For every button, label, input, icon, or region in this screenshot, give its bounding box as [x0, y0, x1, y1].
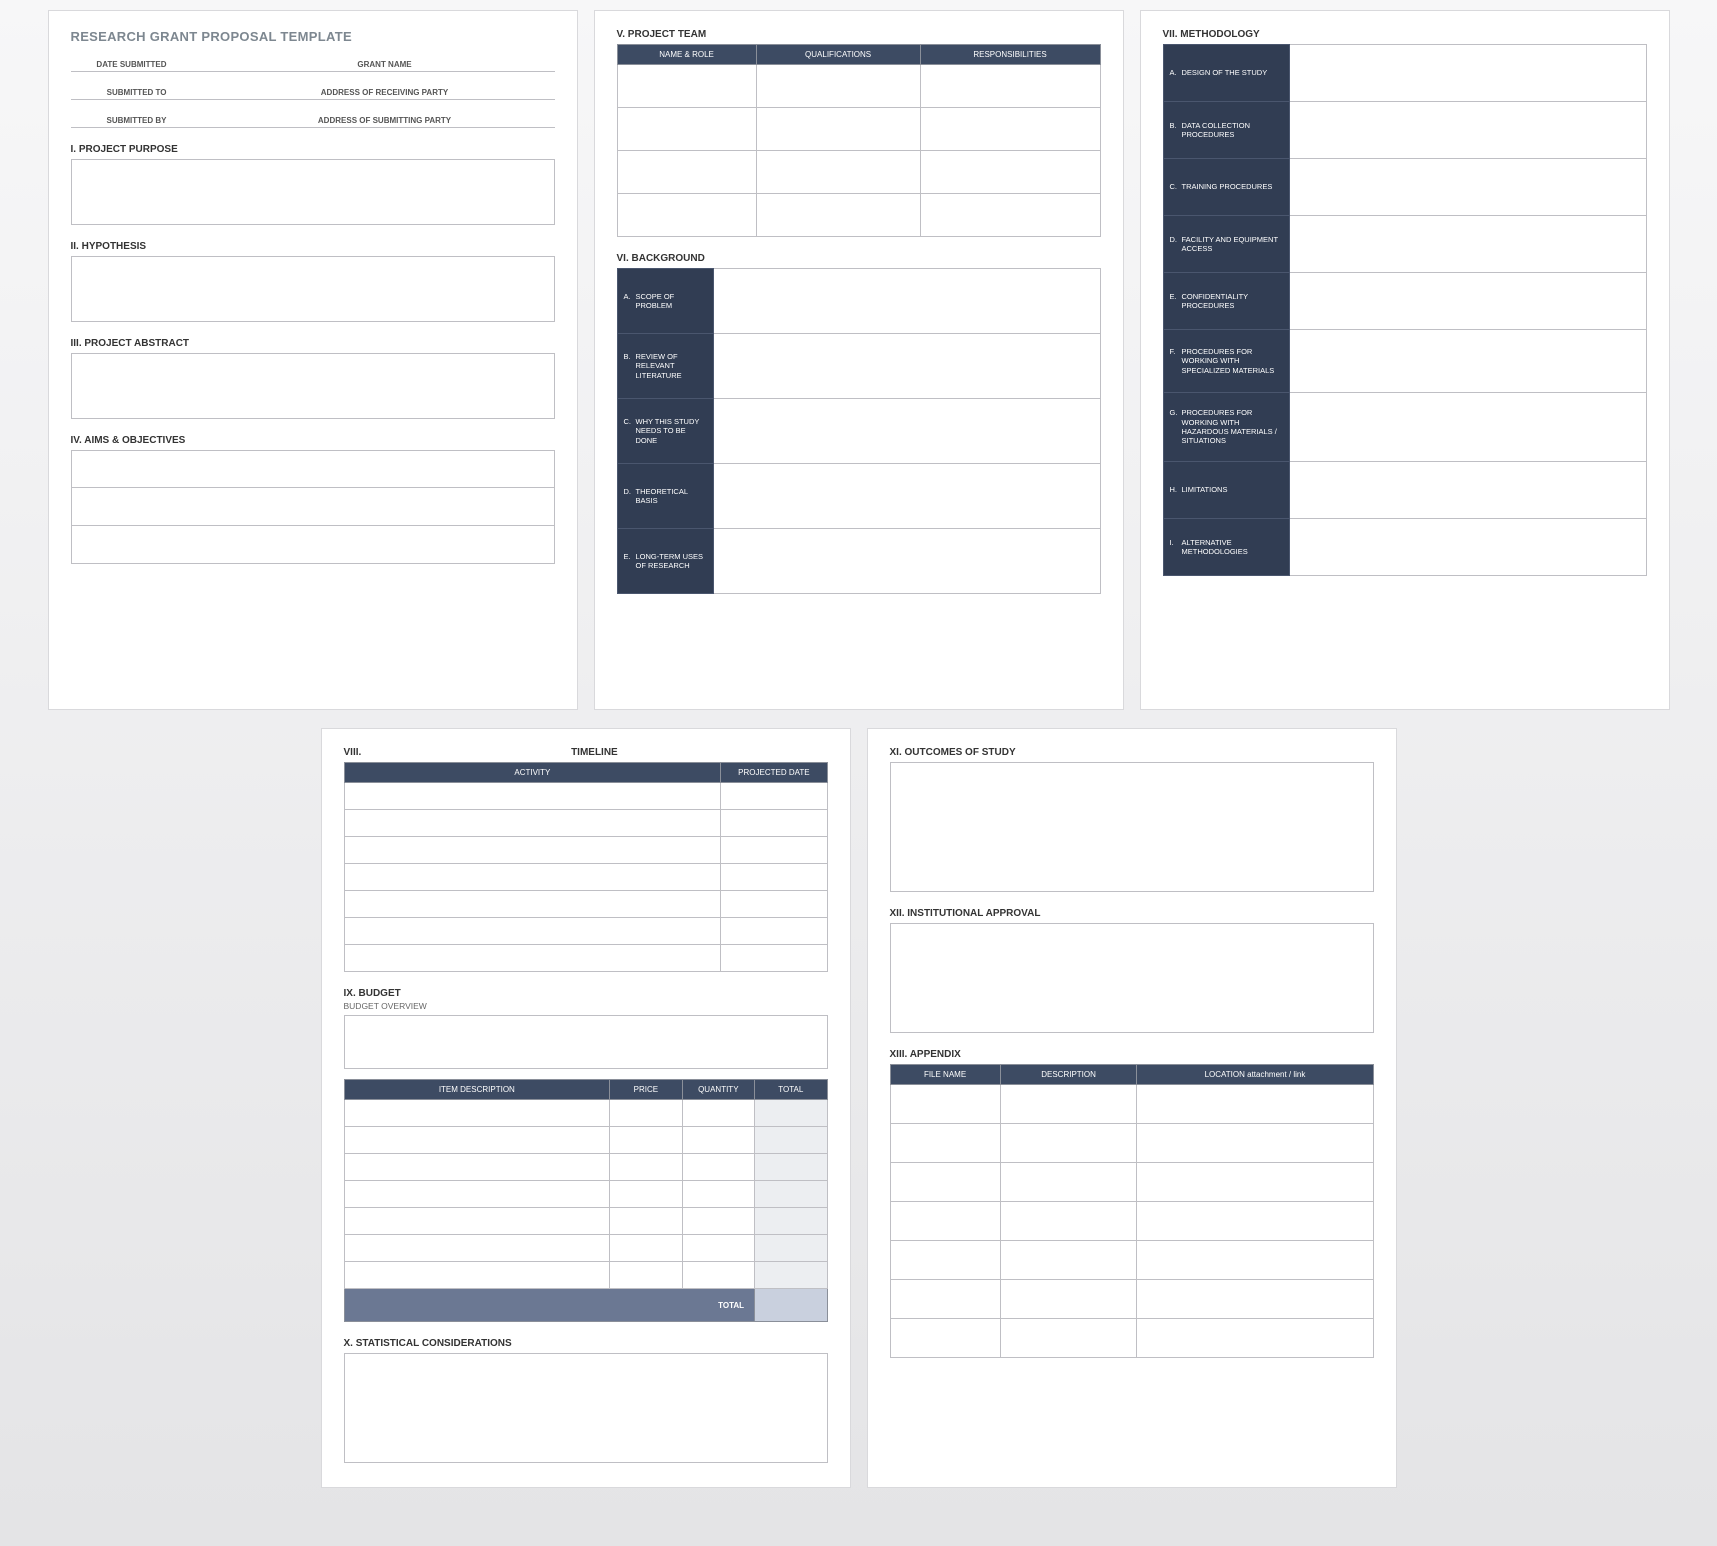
table-row	[617, 108, 1100, 151]
section-stats: X. STATISTICAL CONSIDERATIONS	[344, 1338, 828, 1349]
th-file: FILE NAME	[890, 1065, 1000, 1085]
page-3: VII. METHODOLOGY A.DESIGN OF THE STUDY B…	[1140, 10, 1670, 710]
meth-row: E.CONFIDENTIALITY PROCEDURES	[1163, 273, 1289, 330]
meth-row: F.PROCEDURES FOR WORKING WITH SPECIALIZE…	[1163, 330, 1289, 393]
table-row	[344, 918, 827, 945]
label-submitted-by: SUBMITTED BY	[71, 112, 173, 128]
aims-row	[71, 488, 555, 526]
table-row	[890, 1319, 1373, 1358]
appendix-table: FILE NAME DESCRIPTION LOCATION attachmen…	[890, 1064, 1374, 1358]
meth-row: G.PROCEDURES FOR WORKING WITH HAZARDOUS …	[1163, 393, 1289, 462]
bg-row: C.WHY THIS STUDY NEEDS TO BE DONE	[617, 399, 713, 464]
meth-row: D.FACILITY AND EQUIPMENT ACCESS	[1163, 216, 1289, 273]
box-budget-overview	[344, 1015, 828, 1069]
th-resp: RESPONSIBILITIES	[920, 45, 1100, 65]
table-row	[344, 1235, 827, 1262]
section-methodology: VII. METHODOLOGY	[1163, 29, 1647, 40]
box-hypothesis	[71, 256, 555, 322]
box-outcomes	[890, 762, 1374, 892]
meta-table: DATE SUBMITTED GRANT NAME SUBMITTED TO A…	[71, 56, 555, 128]
th-date: PROJECTED DATE	[721, 763, 827, 783]
page-1: RESEARCH GRANT PROPOSAL TEMPLATE DATE SU…	[48, 10, 578, 710]
budget-total-label: TOTAL	[344, 1289, 755, 1322]
methodology-table: A.DESIGN OF THE STUDY B.DATA COLLECTION …	[1163, 44, 1647, 576]
section-outcomes: XI. OUTCOMES OF STUDY	[890, 747, 1374, 758]
aims-row	[71, 450, 555, 488]
meth-row: B.DATA COLLECTION PROCEDURES	[1163, 102, 1289, 159]
section-abstract: III. PROJECT ABSTRACT	[71, 338, 555, 349]
table-row	[344, 1208, 827, 1235]
th-name: NAME & ROLE	[617, 45, 756, 65]
budget-total-row: TOTAL	[344, 1289, 827, 1322]
page-4: VIII. TIMELINE ACTIVITY PROJECTED DATE I…	[321, 728, 851, 1488]
th-total: TOTAL	[755, 1080, 827, 1100]
box-stats	[344, 1353, 828, 1463]
table-row	[344, 1154, 827, 1181]
box-project-purpose	[71, 159, 555, 225]
table-row	[890, 1241, 1373, 1280]
th-price: PRICE	[610, 1080, 682, 1100]
section-hypothesis: II. HYPOTHESIS	[71, 241, 555, 252]
table-row	[344, 783, 827, 810]
table-row	[890, 1124, 1373, 1163]
meth-row: A.DESIGN OF THE STUDY	[1163, 45, 1289, 102]
label-address-receiving: ADDRESS OF RECEIVING PARTY	[215, 84, 555, 100]
th-activity: ACTIVITY	[344, 763, 721, 783]
section-aims: IV. AIMS & OBJECTIVES	[71, 435, 555, 446]
th-qty: QUANTITY	[682, 1080, 754, 1100]
label-address-submitting: ADDRESS OF SUBMITTING PARTY	[215, 112, 555, 128]
bg-row: E.LONG-TERM USES OF RESEARCH	[617, 529, 713, 594]
section-inst-approval: XII. INSTITUTIONAL APPROVAL	[890, 908, 1374, 919]
table-row	[617, 194, 1100, 237]
page-5: XI. OUTCOMES OF STUDY XII. INSTITUTIONAL…	[867, 728, 1397, 1488]
main-title: RESEARCH GRANT PROPOSAL TEMPLATE	[71, 29, 555, 44]
th-desc: DESCRIPTION	[1000, 1065, 1137, 1085]
box-inst-approval	[890, 923, 1374, 1033]
meth-row: C.TRAINING PROCEDURES	[1163, 159, 1289, 216]
table-row	[344, 1181, 827, 1208]
bg-row: D.THEORETICAL BASIS	[617, 464, 713, 529]
th-loc: LOCATION attachment / link	[1137, 1065, 1373, 1085]
section-timeline: TIMELINE	[361, 747, 827, 758]
section-timeline-num: VIII.	[344, 747, 362, 758]
table-row	[344, 945, 827, 972]
table-row	[890, 1202, 1373, 1241]
table-row	[344, 810, 827, 837]
table-row	[344, 837, 827, 864]
section-project-purpose: I. PROJECT PURPOSE	[71, 144, 555, 155]
th-qual: QUALIFICATIONS	[756, 45, 920, 65]
meth-row: H.LIMITATIONS	[1163, 462, 1289, 519]
aims-row	[71, 526, 555, 564]
section-background: VI. BACKGROUND	[617, 253, 1101, 264]
th-item: ITEM DESCRIPTION	[344, 1080, 610, 1100]
section-team: V. PROJECT TEAM	[617, 29, 1101, 40]
table-row	[344, 891, 827, 918]
table-row	[890, 1280, 1373, 1319]
bg-row: B.REVIEW OF RELEVANT LITERATURE	[617, 334, 713, 399]
table-row	[344, 1262, 827, 1289]
bg-row: A.SCOPE OF PROBLEM	[617, 269, 713, 334]
section-appendix: XIII. APPENDIX	[890, 1049, 1374, 1060]
page-2: V. PROJECT TEAM NAME & ROLE QUALIFICATIO…	[594, 10, 1124, 710]
label-date-submitted: DATE SUBMITTED	[71, 56, 173, 72]
table-row	[890, 1085, 1373, 1124]
aims-stack	[71, 450, 555, 564]
label-grant-name: GRANT NAME	[215, 56, 555, 72]
label-submitted-to: SUBMITTED TO	[71, 84, 173, 100]
budget-table: ITEM DESCRIPTION PRICE QUANTITY TOTAL TO…	[344, 1079, 828, 1322]
table-row	[890, 1163, 1373, 1202]
background-table: A.SCOPE OF PROBLEM B.REVIEW OF RELEVANT …	[617, 268, 1101, 594]
table-row	[617, 65, 1100, 108]
budget-sub: BUDGET OVERVIEW	[344, 1001, 828, 1011]
section-budget: IX. BUDGET	[344, 988, 828, 999]
table-row	[344, 1127, 827, 1154]
meth-row: I.ALTERNATIVE METHODOLOGIES	[1163, 519, 1289, 576]
table-row	[344, 864, 827, 891]
table-row	[617, 151, 1100, 194]
timeline-table: ACTIVITY PROJECTED DATE	[344, 762, 828, 972]
table-row	[344, 1100, 827, 1127]
box-abstract	[71, 353, 555, 419]
team-table: NAME & ROLE QUALIFICATIONS RESPONSIBILIT…	[617, 44, 1101, 237]
